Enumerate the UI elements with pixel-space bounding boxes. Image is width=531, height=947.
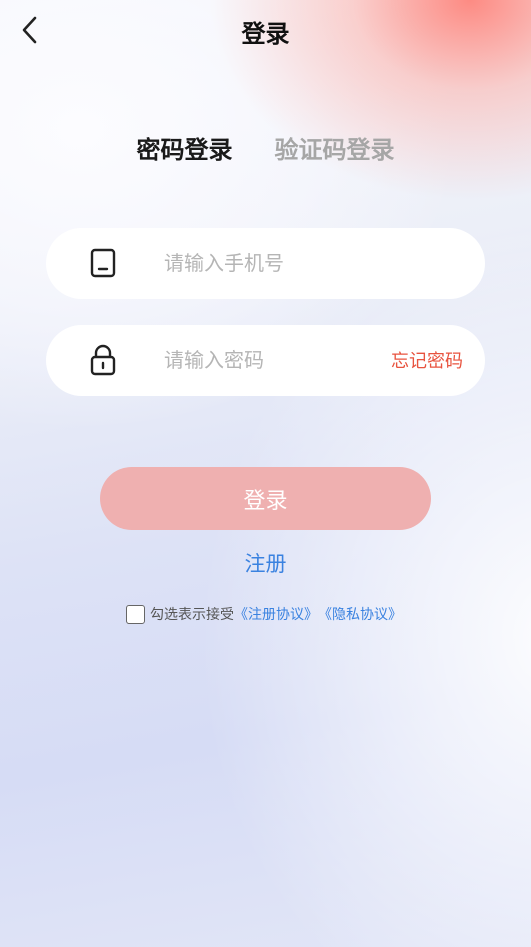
agreement-text: 勾选表示接受: [150, 607, 234, 623]
page-title: 登录: [241, 20, 290, 48]
terms-link[interactable]: 《注册协议》: [234, 604, 318, 624]
agreement-checkbox[interactable]: [126, 604, 145, 624]
password-field: 忘记密码: [46, 325, 485, 396]
phone-field: [46, 228, 485, 299]
privacy-link[interactable]: 《隐私协议》: [318, 604, 402, 624]
tab-password-login[interactable]: 密码登录: [137, 130, 233, 165]
forgot-password-link[interactable]: 忘记密码: [391, 347, 463, 373]
login-method-tabs: 密码登录 验证码登录: [0, 130, 531, 165]
tab-code-login[interactable]: 验证码登录: [275, 130, 395, 165]
header: 登录: [0, 0, 531, 62]
agreement-row: 勾选表示接受 《注册协议》 《隐私协议》: [126, 602, 402, 626]
login-button[interactable]: 登录: [100, 467, 431, 530]
phone-input[interactable]: [164, 245, 374, 281]
register-link[interactable]: 注册: [0, 548, 531, 578]
password-input[interactable]: [164, 342, 374, 378]
phone-icon: [88, 248, 118, 278]
lock-icon: [88, 344, 118, 376]
